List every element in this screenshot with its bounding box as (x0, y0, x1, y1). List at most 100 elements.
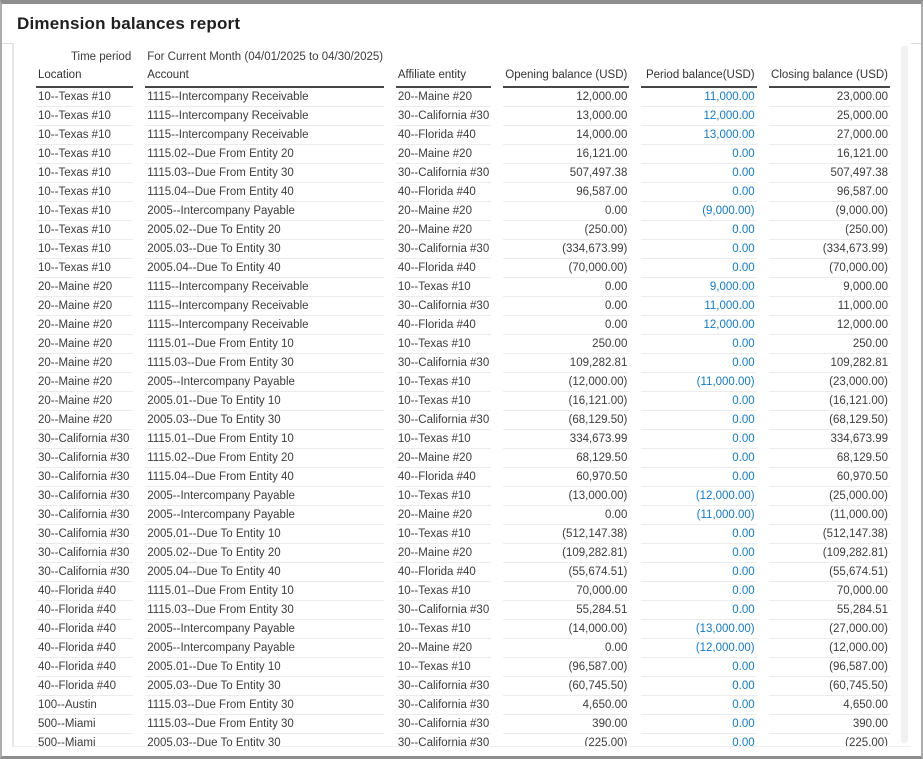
cell-account: 2005.03--Due To Entity 30 (145, 677, 384, 696)
cell-affiliate-entity: 20--Maine #20 (396, 544, 491, 563)
cell-period-balance[interactable]: 11,000.00 (641, 297, 756, 316)
cell-period-balance[interactable]: (12,000.00) (641, 639, 756, 658)
cell-opening-balance: (55,674.51) (503, 563, 629, 582)
table-row: 20--Maine #201115--Intercompany Receivab… (36, 278, 890, 297)
cell-opening-balance: 55,284.51 (503, 601, 629, 620)
cell-account: 1115.01--Due From Entity 10 (145, 582, 384, 601)
cell-account: 1115.04--Due From Entity 40 (145, 468, 384, 487)
table-row: 20--Maine #201115--Intercompany Receivab… (36, 316, 890, 335)
cell-location: 20--Maine #20 (36, 335, 133, 354)
cell-affiliate-entity: 30--California #30 (396, 601, 491, 620)
cell-opening-balance: 68,129.50 (503, 449, 629, 468)
cell-affiliate-entity: 10--Texas #10 (396, 525, 491, 544)
cell-opening-balance: 0.00 (503, 297, 629, 316)
cell-period-balance[interactable]: 0.00 (641, 392, 756, 411)
cell-account: 2005.04--Due To Entity 40 (145, 563, 384, 582)
table-row: 40--Florida #402005.01--Due To Entity 10… (36, 658, 890, 677)
page-title: Dimension balances report (17, 14, 240, 33)
cell-affiliate-entity: 20--Maine #20 (396, 202, 491, 221)
cell-period-balance[interactable]: 11,000.00 (641, 88, 756, 107)
cell-period-balance[interactable]: 12,000.00 (641, 107, 756, 126)
cell-account: 1115.02--Due From Entity 20 (145, 449, 384, 468)
cell-period-balance[interactable]: (11,000.00) (641, 506, 756, 525)
table-row: 30--California #302005--Intercompany Pay… (36, 487, 890, 506)
cell-location: 10--Texas #10 (36, 107, 133, 126)
cell-account: 2005.03--Due To Entity 30 (145, 411, 384, 430)
report-window: Dimension balances report Time period Fo… (0, 0, 923, 759)
cell-period-balance[interactable]: 0.00 (641, 164, 756, 183)
cell-period-balance[interactable]: 0.00 (641, 430, 756, 449)
cell-closing-balance: (225.00) (769, 734, 890, 747)
cell-affiliate-entity: 20--Maine #20 (396, 88, 491, 107)
cell-period-balance[interactable]: 0.00 (641, 658, 756, 677)
cell-account: 2005.02--Due To Entity 20 (145, 544, 384, 563)
cell-period-balance[interactable]: 0.00 (641, 240, 756, 259)
cell-period-balance[interactable]: 0.00 (641, 221, 756, 240)
cell-period-balance[interactable]: 9,000.00 (641, 278, 756, 297)
cell-closing-balance: 60,970.50 (769, 468, 890, 487)
cell-opening-balance: (96,587.00) (503, 658, 629, 677)
table-row: 10--Texas #101115--Intercompany Receivab… (36, 88, 890, 107)
cell-period-balance[interactable]: (9,000.00) (641, 202, 756, 221)
cell-location: 40--Florida #40 (36, 601, 133, 620)
cell-period-balance[interactable]: (13,000.00) (641, 620, 756, 639)
cell-closing-balance: 390.00 (769, 715, 890, 734)
table-row: 10--Texas #102005.02--Due To Entity 2020… (36, 221, 890, 240)
cell-location: 40--Florida #40 (36, 677, 133, 696)
cell-closing-balance: 334,673.99 (769, 430, 890, 449)
cell-closing-balance: (27,000.00) (769, 620, 890, 639)
table-row: 20--Maine #20 1115.01--Due From Entity 10… (36, 335, 890, 354)
cell-period-balance[interactable]: 0.00 (641, 145, 756, 164)
cell-period-balance[interactable]: 0.00 (641, 183, 756, 202)
table-row: 20--Maine #201115--Intercompany Receivab… (36, 297, 890, 316)
table-row: 30--California #302005.02--Due To Entity… (36, 544, 890, 563)
cell-period-balance[interactable]: 0.00 (641, 696, 756, 715)
cell-period-balance[interactable]: (12,000.00) (641, 487, 756, 506)
cell-affiliate-entity: 20--Maine #20 (396, 221, 491, 240)
cell-affiliate-entity: 30--California #30 (396, 297, 491, 316)
cell-closing-balance: 109,282.81 (769, 354, 890, 373)
cell-affiliate-entity: 10--Texas #10 (396, 392, 491, 411)
cell-period-balance[interactable]: 0.00 (641, 677, 756, 696)
cell-closing-balance: (70,000.00) (769, 259, 890, 278)
column-header-period-balance: Period balance(USD) (641, 66, 756, 88)
cell-period-balance[interactable]: 0.00 (641, 563, 756, 582)
cell-opening-balance: 334,673.99 (503, 430, 629, 449)
cell-period-balance[interactable]: 0.00 (641, 601, 756, 620)
cell-affiliate-entity: 40--Florida #40 (396, 563, 491, 582)
cell-period-balance[interactable]: 0.00 (641, 525, 756, 544)
cell-closing-balance: 25,000.00 (769, 107, 890, 126)
cell-period-balance[interactable]: 12,000.00 (641, 316, 756, 335)
table-row: 20--Maine #202005.01--Due To Entity 1010… (36, 392, 890, 411)
cell-closing-balance: (334,673.99) (769, 240, 890, 259)
cell-period-balance[interactable]: 0.00 (641, 259, 756, 278)
cell-opening-balance: 0.00 (503, 506, 629, 525)
vertical-scrollbar[interactable] (901, 46, 908, 743)
cell-period-balance[interactable]: 0.00 (641, 544, 756, 563)
cell-period-balance[interactable]: 0.00 (641, 449, 756, 468)
cell-affiliate-entity: 30--California #30 (396, 677, 491, 696)
cell-closing-balance: 16,121.00 (769, 145, 890, 164)
cell-period-balance[interactable]: 0.00 (641, 715, 756, 734)
cell-closing-balance: 4,650.00 (769, 696, 890, 715)
cell-account: 1115.01--Due From Entity 10 (145, 335, 384, 354)
cell-period-balance[interactable]: 0.00 (641, 582, 756, 601)
table-row: 20--Maine #202005.03--Due To Entity 3030… (36, 411, 890, 430)
cell-closing-balance: (512,147.38) (769, 525, 890, 544)
cell-opening-balance: (68,129.50) (503, 411, 629, 430)
cell-affiliate-entity: 20--Maine #20 (396, 145, 491, 164)
table-row: 30--California #302005--Intercompany Pay… (36, 506, 890, 525)
cell-account: 2005--Intercompany Payable (145, 620, 384, 639)
cell-affiliate-entity: 10--Texas #10 (396, 620, 491, 639)
cell-period-balance[interactable]: (11,000.00) (641, 373, 756, 392)
cell-period-balance[interactable]: 13,000.00 (641, 126, 756, 145)
cell-period-balance[interactable]: 0.00 (641, 354, 756, 373)
cell-affiliate-entity: 40--Florida #40 (396, 468, 491, 487)
table-row: 30--California #301115.02--Due From Enti… (36, 449, 890, 468)
cell-period-balance[interactable]: 0.00 (641, 335, 756, 354)
table-row: 10--Texas #101115.03--Due From Entity 30… (36, 164, 890, 183)
cell-period-balance[interactable]: 0.00 (641, 411, 756, 430)
cell-period-balance[interactable]: 0.00 (641, 734, 756, 747)
cell-period-balance[interactable]: 0.00 (641, 468, 756, 487)
cell-location: 10--Texas #10 (36, 259, 133, 278)
